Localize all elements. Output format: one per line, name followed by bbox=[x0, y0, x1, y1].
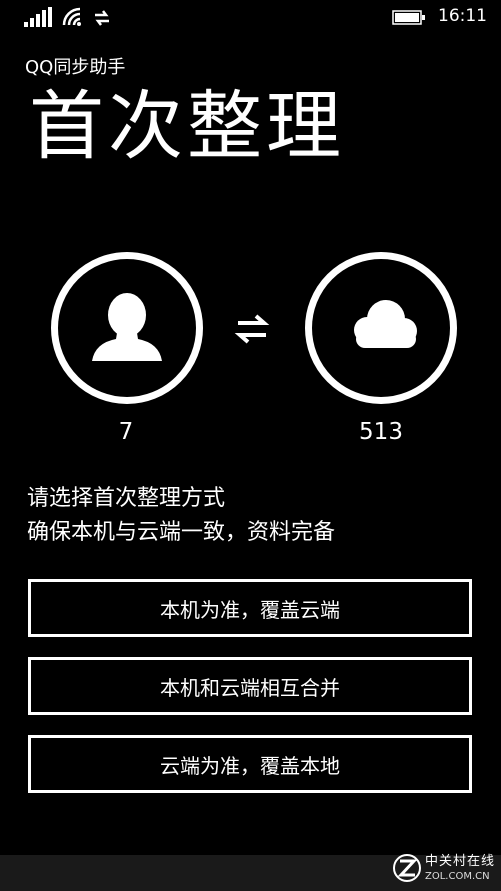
cloud-count: 513 bbox=[359, 419, 403, 445]
instruction-line-1: 请选择首次整理方式 bbox=[27, 486, 226, 511]
cloud-contacts-circle bbox=[305, 252, 457, 404]
watermark-text-en: ZOL.COM.CN bbox=[425, 871, 490, 882]
battery-icon bbox=[392, 10, 425, 25]
data-sync-icon bbox=[95, 10, 109, 26]
cloud-overwrite-local-button[interactable]: 云端为准，覆盖本地 bbox=[28, 735, 472, 793]
zol-logo-icon bbox=[393, 854, 421, 882]
watermark-text-cn: 中关村在线 bbox=[425, 854, 496, 869]
wifi-icon bbox=[62, 7, 81, 26]
option-label: 本机和云端相互合并 bbox=[160, 675, 340, 700]
option-label: 本机为准，覆盖云端 bbox=[160, 597, 340, 622]
cloud-icon bbox=[354, 300, 417, 348]
signal-strength-icon bbox=[24, 7, 54, 27]
local-overwrite-cloud-button[interactable]: 本机为准，覆盖云端 bbox=[28, 579, 472, 637]
person-icon bbox=[92, 293, 162, 361]
status-time: 16:11 bbox=[438, 6, 487, 26]
local-contacts-circle bbox=[51, 252, 203, 404]
instruction-line-2: 确保本机与云端一致，资料完备 bbox=[27, 520, 336, 545]
option-label: 云端为准，覆盖本地 bbox=[160, 753, 340, 778]
page-title: 首次整理 bbox=[29, 82, 346, 170]
status-bar: 16:11 bbox=[0, 0, 501, 34]
local-count: 7 bbox=[118, 419, 134, 445]
swap-arrows-icon bbox=[234, 314, 270, 344]
app-name: QQ同步助手 bbox=[25, 57, 126, 78]
merge-local-cloud-button[interactable]: 本机和云端相互合并 bbox=[28, 657, 472, 715]
